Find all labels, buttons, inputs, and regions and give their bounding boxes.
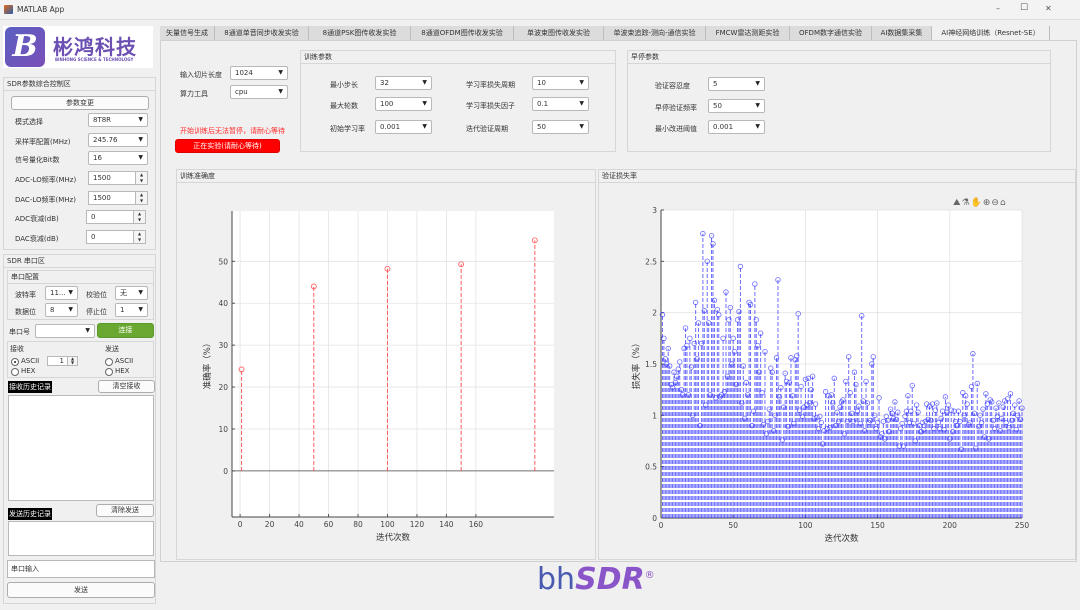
loss-chart: 0 50 100 150 200 250 0 0.5 1 1.5 2 2.5 3 迭代次数 损失率（%） [631, 206, 1030, 544]
axes-toolbar: ⛰⚗✋⊕⊖⌂ [953, 198, 1007, 208]
y-tick-label: 2 [652, 309, 657, 318]
x-tick-label: 50 [728, 521, 738, 530]
x-tick-label: 150 [870, 521, 885, 530]
logo-brand: SDR [575, 562, 645, 597]
y-tick-label: 1.5 [645, 360, 657, 369]
logo-prefix: bh [537, 562, 576, 597]
bhsdr-logo: bhSDR® [537, 562, 655, 597]
y-axis-label: 损失率（%） [631, 339, 642, 390]
x-tick-label: 100 [798, 521, 813, 530]
y-tick-label: 0.5 [645, 463, 657, 472]
x-tick-label: 250 [1015, 521, 1030, 530]
zoom-out-icon[interactable]: ⊖ [991, 198, 1000, 208]
y-tick-label: 3 [652, 206, 657, 215]
brush-icon[interactable]: ⚗ [962, 198, 971, 208]
data-tips-icon[interactable]: ⛰ [953, 198, 962, 208]
x-tick-label: 0 [659, 521, 664, 530]
registered-mark: ® [644, 570, 655, 581]
y-tick-label: 2.5 [645, 257, 657, 266]
x-tick-label: 200 [943, 521, 958, 530]
pan-hand-icon[interactable]: ✋ [971, 198, 983, 208]
x-axis-label: 迭代次数 [824, 533, 859, 544]
y-tick-label: 1 [652, 411, 657, 420]
home-icon[interactable]: ⌂ [1000, 198, 1007, 208]
y-tick-label: 0 [652, 514, 657, 523]
